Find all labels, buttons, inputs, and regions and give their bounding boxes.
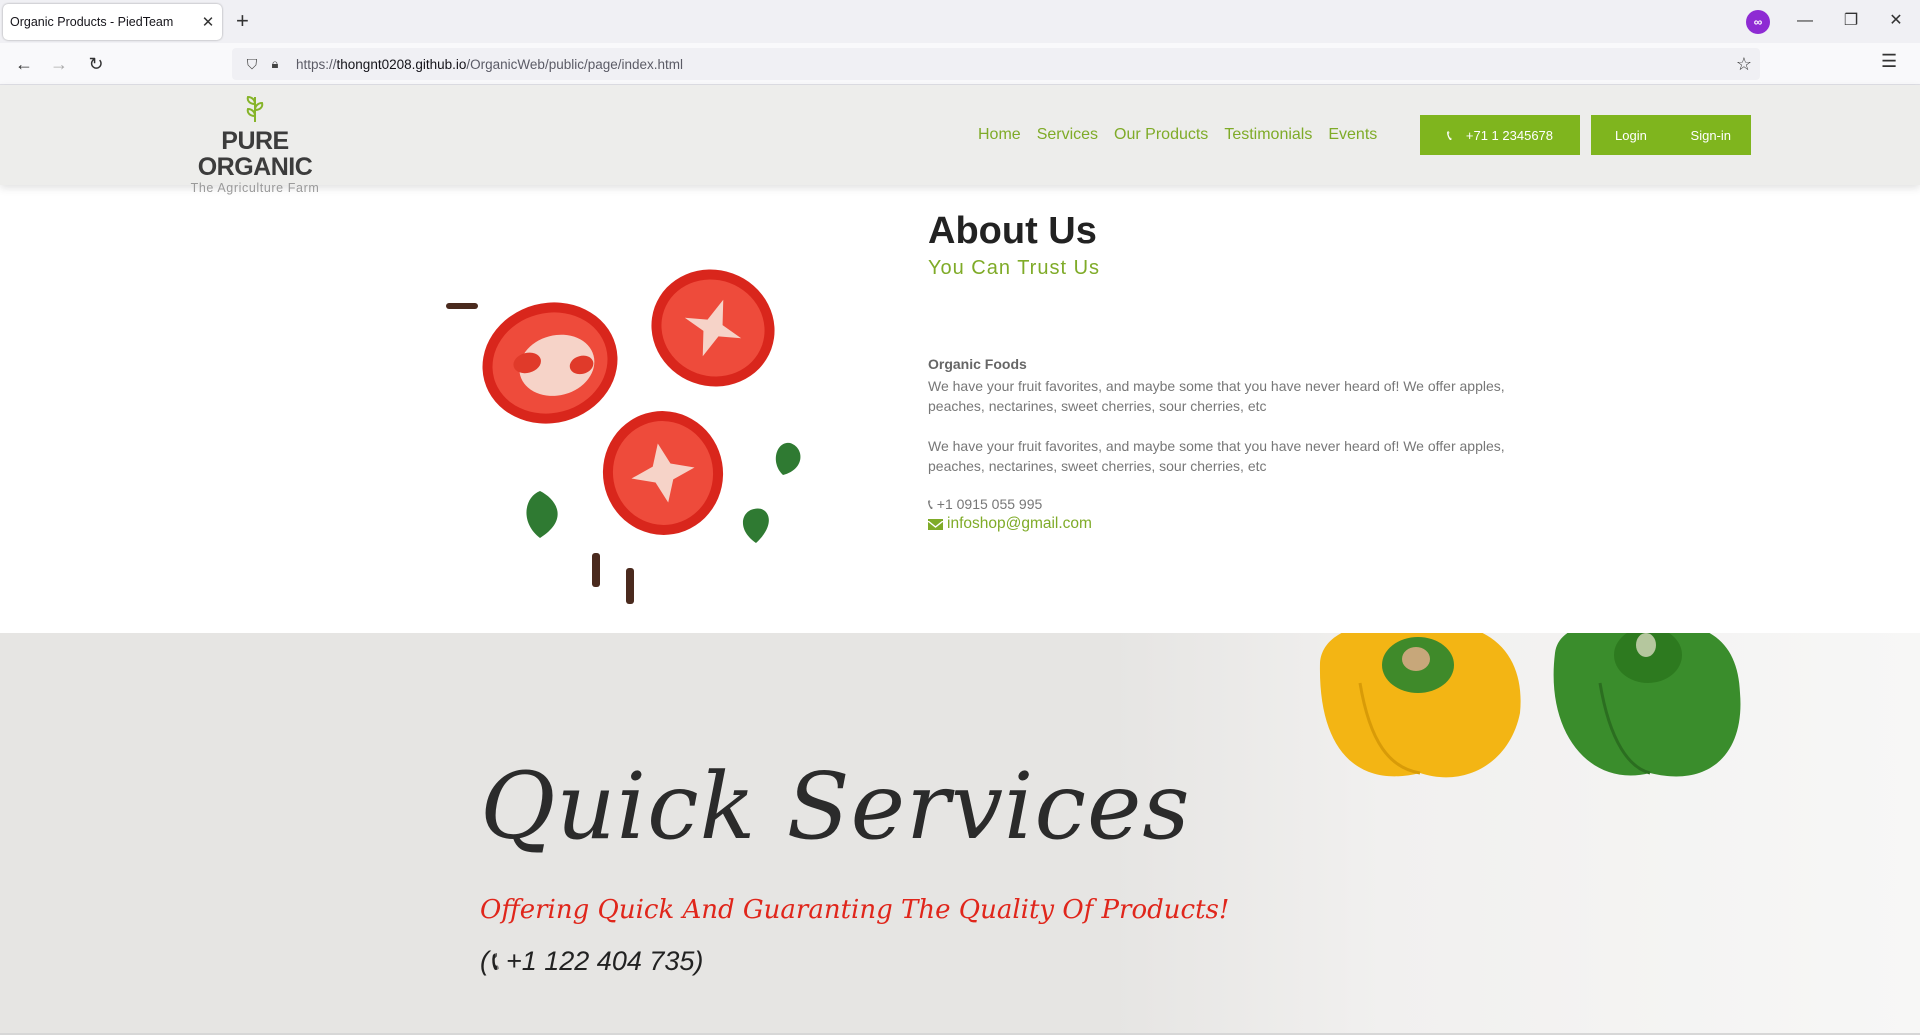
close-window-icon[interactable]: ✕ <box>1881 9 1911 33</box>
nav-home[interactable]: Home <box>978 126 1021 144</box>
browser-tab[interactable]: Organic Products - PiedTeam ✕ <box>3 4 222 40</box>
restore-icon[interactable]: ❐ <box>1836 9 1866 33</box>
url-text[interactable]: https://thongnt0208.github.io/OrganicWeb… <box>296 57 683 72</box>
reload-icon[interactable]: ↻ <box>83 51 109 77</box>
phone-icon: 📞︎ <box>489 946 499 976</box>
new-tab-icon[interactable]: + <box>236 9 249 33</box>
quick-services-subtitle: Offering Quick And Guaranting The Qualit… <box>480 895 1230 925</box>
main-nav: Home Services Our Products Testimonials … <box>978 85 1393 185</box>
about-paragraph-1: We have your fruit favorites, and maybe … <box>928 378 1505 414</box>
about-phone: 📞︎ +1 0915 055 995 <box>928 496 1042 513</box>
url-host: thongnt0208.github.io <box>336 56 467 72</box>
about-heading: Organic Foods <box>928 356 1027 372</box>
forward-icon[interactable]: → <box>46 51 72 77</box>
quick-services-title: Quick Services <box>480 753 1191 860</box>
peppers-image <box>1319 633 1741 778</box>
phone-icon: 📞︎ <box>928 496 933 512</box>
tomato-slices-image <box>446 269 801 604</box>
quick-services-phone-number: +1 122 404 735 <box>505 946 695 976</box>
phone-button[interactable]: 📞︎ +71 1 2345678 <box>1420 115 1580 155</box>
phone-button-label: +71 1 2345678 <box>1465 127 1554 143</box>
private-browsing-icon[interactable]: ∞ <box>1746 10 1770 34</box>
envelope-icon <box>927 518 944 530</box>
page: PURE ORGANIC The Agriculture Farm Home S… <box>0 85 1920 1035</box>
nav-our-products[interactable]: Our Products <box>1114 126 1208 144</box>
lock-icon[interactable]: 🔒︎ <box>264 56 286 72</box>
nav-events[interactable]: Events <box>1328 126 1377 144</box>
logo-text: PURE ORGANIC <box>197 127 313 181</box>
quick-services-section: Quick Services Offering Quick And Guaran… <box>0 633 1920 1035</box>
hamburger-menu-icon[interactable]: ☰ <box>1881 51 1897 72</box>
about-title: About Us <box>928 210 1097 252</box>
signin-button[interactable]: Sign-in <box>1691 128 1731 143</box>
login-button[interactable]: Login <box>1615 128 1647 143</box>
about-email-link[interactable]: infoshop@gmail.com <box>947 515 1092 533</box>
phone-icon: 📞︎ <box>1446 126 1452 143</box>
nav-testimonials[interactable]: Testimonials <box>1224 126 1312 144</box>
tab-title: Organic Products - PiedTeam <box>10 15 174 29</box>
auth-button-group: Login Sign-in <box>1591 115 1751 155</box>
quick-services-phone: (📞︎ +1 122 404 735) <box>480 946 704 976</box>
shield-icon[interactable]: ⛉ <box>240 56 264 73</box>
logo-tagline: The Agriculture Farm <box>190 181 320 195</box>
back-icon[interactable]: ← <box>11 51 37 77</box>
site-header: PURE ORGANIC The Agriculture Farm Home S… <box>0 85 1920 195</box>
bookmark-star-icon[interactable]: ☆ <box>1736 54 1752 75</box>
nav-services[interactable]: Services <box>1037 126 1098 144</box>
minimize-icon[interactable]: — <box>1790 9 1820 33</box>
about-paragraph-2: We have your fruit favorites, and maybe … <box>928 438 1505 474</box>
about-email[interactable]: infoshop@gmail.com <box>927 515 1092 533</box>
url-prefix: https:// <box>296 56 337 72</box>
browser-nav-bar: ← → ↻ ⛉ 🔒︎ https://thongnt0208.github.io… <box>0 43 1920 85</box>
about-subtitle: You Can Trust Us <box>928 257 1101 279</box>
close-tab-icon[interactable]: ✕ <box>194 13 222 31</box>
url-path: /OrganicWeb/public/page/index.html <box>466 56 684 72</box>
address-bar[interactable]: ⛉ 🔒︎ https://thongnt0208.github.io/Organ… <box>232 48 1760 80</box>
leaf-logo-icon <box>170 95 340 128</box>
logo[interactable]: PURE ORGANIC The Agriculture Farm <box>170 95 340 196</box>
about-phone-number: +1 0915 055 995 <box>936 496 1043 512</box>
browser-tab-bar: Organic Products - PiedTeam ✕ + ∞ — ❐ ✕ <box>0 0 1920 43</box>
